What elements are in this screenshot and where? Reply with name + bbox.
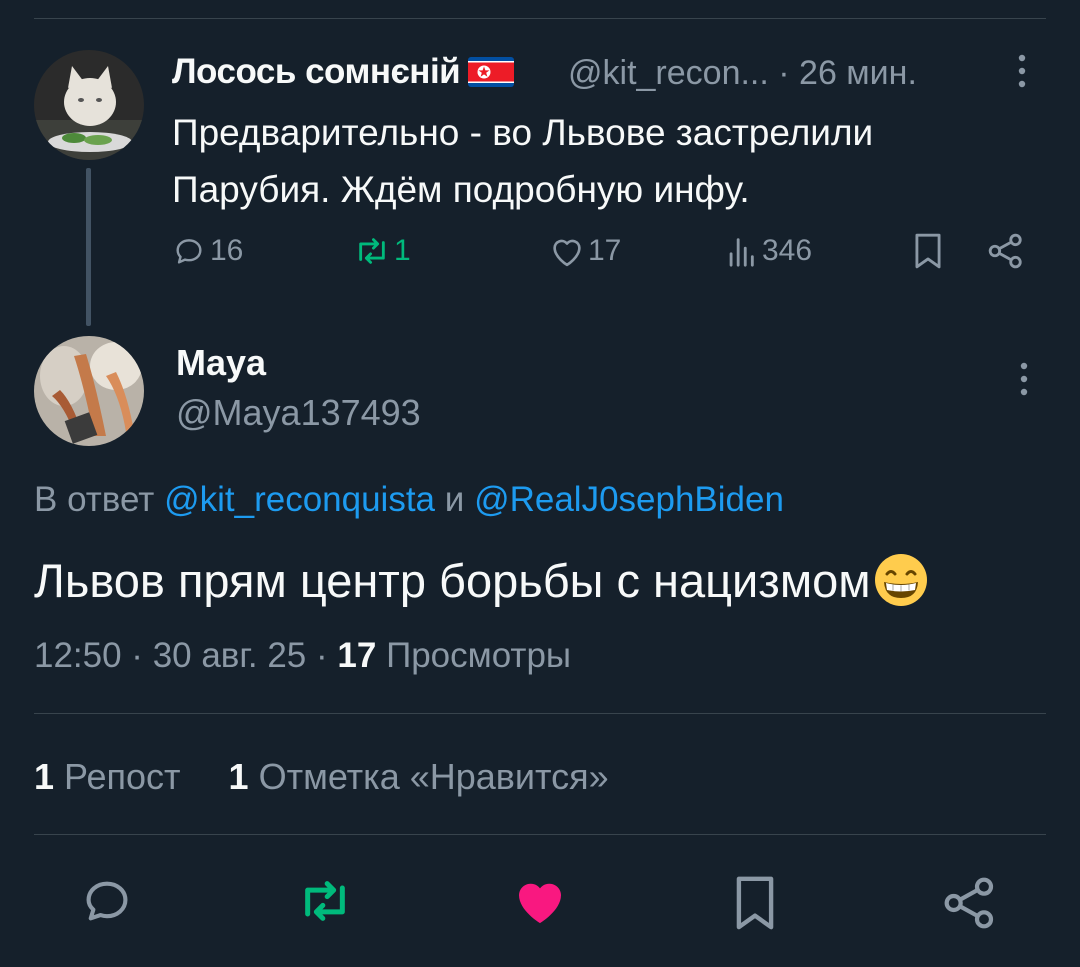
divider-stats [34,834,1046,835]
reply-context: В ответ @kit_reconquista и @RealJ0sephBi… [34,480,784,520]
like-button[interactable] [512,875,568,932]
reply-button[interactable] [80,875,134,932]
heart-icon [519,883,561,924]
parent-repost-button[interactable]: 1 [352,234,411,268]
like-stat[interactable]: 1 Отметка «Нравится» [229,756,609,797]
divider-meta [34,713,1046,714]
parent-handle-time[interactable]: @kit_recon... · 26 мин. [568,54,917,93]
top-divider [34,18,1046,19]
parent-repost-count: 1 [394,234,411,267]
parent-views-button[interactable]: 346 [726,234,812,268]
heart-icon [553,239,581,267]
repost-button[interactable] [294,875,356,932]
parent-views-count: 346 [762,234,813,267]
repost-stat-count: 1 [34,756,55,797]
parent-avatar[interactable] [34,50,144,160]
repost-icon [305,881,345,921]
parent-tweet-text: Предварительно - во Львове застрелили Па… [172,112,874,210]
north-korea-flag-icon [468,57,515,87]
reply-stats: 1 Репост 1 Отметка «Нравится» [34,756,609,798]
reply-avatar[interactable] [34,336,144,446]
mention-link-2[interactable]: @RealJ0sephBiden [474,480,784,519]
repost-icon [359,238,385,264]
reply-text: Львов прям центр борьбы с нацизмом [34,553,871,607]
reply-icon [176,239,202,264]
like-stat-label: Отметка «Нравится» [258,756,609,797]
reply-author-handle[interactable]: @Maya137493 [176,392,421,434]
reply-author-name[interactable]: Maya [176,342,266,384]
reply-view-count: 17 [337,636,377,675]
bookmark-icon [736,876,774,930]
reply-more-icon[interactable] [1016,360,1032,407]
reply-icon [86,881,128,921]
thread-connector [86,168,91,326]
parent-like-button[interactable]: 17 [548,234,621,268]
views-chart-icon [729,238,754,267]
parent-time: · 26 мин. [778,54,917,92]
mention-link-1[interactable]: @kit_reconquista [164,480,435,519]
bookmark-button[interactable] [732,875,778,936]
repost-stat[interactable]: 1 Репост [34,756,181,797]
reply-timestamp[interactable]: 12:50 · 30 авг. 25 · [34,636,328,675]
parent-bookmark-button[interactable] [912,232,944,270]
parent-more-icon[interactable] [1014,52,1030,99]
parent-like-count: 17 [588,234,622,267]
parent-reply-count: 16 [210,234,244,267]
parent-share-button[interactable] [986,232,1026,270]
bookmark-icon [915,233,941,269]
reply-meta: 12:50 · 30 авг. 25 · 17 Просмотры [34,636,571,676]
reply-and: и [444,480,465,519]
share-icon [988,233,1022,269]
reply-views-label: Просмотры [386,636,572,675]
reply-tweet-text: Львов прям центр борьбы с нацизмом [34,552,929,608]
parent-handle[interactable]: @kit_recon... [568,54,769,92]
parent-reply-button[interactable]: 16 [172,234,243,268]
like-stat-count: 1 [228,756,249,797]
grinning-face-emoji-icon [874,554,927,606]
parent-author-name[interactable]: Лосось сомнєнiй [172,52,515,92]
reply-prefix: В ответ [34,480,155,519]
share-button[interactable] [942,875,998,936]
share-icon [944,877,994,929]
repost-stat-label: Репост [64,756,181,797]
